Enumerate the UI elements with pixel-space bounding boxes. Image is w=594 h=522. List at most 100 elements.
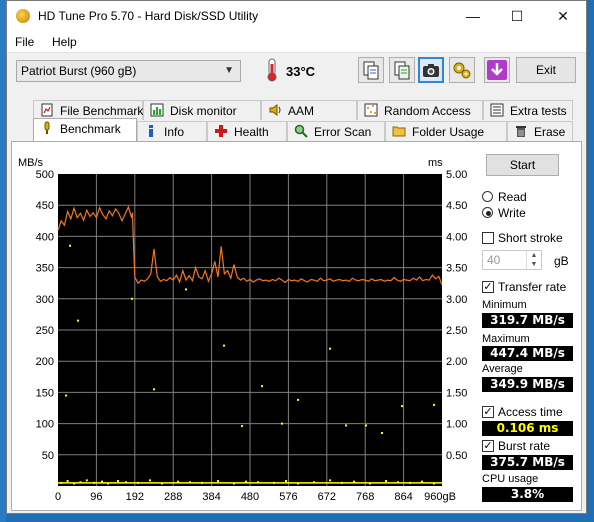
title-bar: HD Tune Pro 5.70 - Hard Disk/SSD Utility… — [7, 1, 586, 32]
benchmark-icon — [44, 121, 50, 134]
tab-extra-tests[interactable]: Extra tests — [483, 100, 573, 120]
access-time-point — [66, 480, 69, 483]
access-time-point — [401, 405, 403, 408]
tab-random-access[interactable]: Random Access — [357, 100, 483, 120]
maximize-button[interactable]: ☐ — [494, 1, 540, 32]
copy-icon — [363, 61, 379, 80]
tab-row-bottom: Benchmark Info Health Error Scan Folder … — [11, 118, 578, 141]
copy-all-button[interactable] — [389, 57, 415, 83]
cpu-usage-value: 3.8% — [482, 487, 573, 502]
download-arrow-icon — [487, 60, 507, 80]
x-tick-label: 576 — [279, 491, 297, 503]
tab-benchmark[interactable]: Benchmark — [33, 118, 137, 141]
access-time-point — [281, 422, 283, 425]
options-button[interactable] — [449, 57, 475, 83]
write-radio[interactable]: Write — [482, 205, 572, 221]
x-tick-label: 768 — [356, 491, 374, 503]
burst-rate-value: 375.7 MB/s — [482, 455, 573, 470]
tab-file-benchmark[interactable]: File Benchmark — [33, 100, 143, 120]
y2-tick-label: 2.50 — [446, 325, 467, 337]
tab-disk-monitor[interactable]: Disk monitor — [143, 100, 261, 120]
access-time-point — [217, 480, 219, 483]
access-time-point — [261, 385, 263, 388]
tab-row-top: File Benchmark Disk monitor AAM Random A… — [11, 100, 578, 120]
access-time-point — [285, 480, 287, 483]
y-tick-label: 250 — [36, 325, 54, 337]
minimum-label: Minimum — [482, 299, 527, 311]
screenshot-button[interactable] — [418, 57, 444, 83]
access-time-point — [381, 431, 383, 434]
minimize-button[interactable]: — — [450, 1, 496, 32]
y-tick-label: 400 — [36, 231, 54, 243]
temperature-readout: 33°C — [286, 64, 316, 79]
x-tick-label: 0 — [55, 491, 61, 503]
menu-help[interactable]: Help — [52, 35, 77, 49]
access-time-value: 0.106 ms — [482, 421, 573, 436]
y2-tick-label: 4.50 — [446, 200, 467, 212]
access-time-point — [297, 398, 299, 401]
chart-area: 500 450 400 350 300 250 200 150 100 50 5.00 4.50 4.0… — [16, 150, 476, 509]
gears-icon — [453, 62, 471, 79]
access-time-point — [153, 388, 155, 391]
speaker-icon — [269, 104, 281, 116]
tab-info[interactable]: Info — [137, 121, 207, 141]
x-tick-label: 384 — [202, 491, 220, 503]
y-tick-label: 500 — [36, 169, 54, 181]
access-time-point — [241, 425, 243, 428]
y-tick-label: 450 — [36, 200, 54, 212]
start-button[interactable]: Start — [486, 154, 559, 176]
save-button[interactable] — [484, 57, 510, 83]
radio-selected-dot — [486, 211, 491, 216]
copy-info-button[interactable] — [358, 57, 384, 83]
read-radio[interactable]: Read — [482, 189, 572, 205]
access-time-point — [131, 297, 133, 300]
y2-tick-label: 2.00 — [446, 356, 467, 368]
menu-bar: File Help — [7, 32, 586, 53]
x-tick-label: 480 — [241, 491, 259, 503]
benchmark-chart: 500 450 400 350 300 250 200 150 100 50 5.00 4.50 4.0… — [18, 157, 467, 503]
access-time-point — [65, 394, 67, 397]
average-value: 349.9 MB/s — [482, 377, 573, 392]
folder-icon — [392, 126, 406, 137]
menu-file[interactable]: File — [15, 35, 34, 49]
short-stroke-stepper[interactable]: 40 ▲ ▼ — [482, 250, 542, 270]
y2-axis-label: ms — [428, 157, 443, 169]
exit-button[interactable]: Exit — [516, 57, 576, 83]
access-time-point — [365, 424, 367, 427]
copy-all-icon — [394, 61, 410, 80]
access-time-point — [329, 347, 331, 350]
y2-tick-label: 4.00 — [446, 231, 467, 243]
drive-select[interactable]: Patriot Burst (960 gB) ▼ — [16, 60, 241, 82]
x-tick-label: 288 — [164, 491, 182, 503]
access-time-point — [223, 344, 225, 347]
access-time-checkbox[interactable]: ✓ Access time — [482, 404, 580, 420]
access-time-point — [433, 403, 435, 406]
y2-tick-label: 1.50 — [446, 387, 467, 399]
access-time-point — [385, 480, 387, 483]
tab-aam[interactable]: AAM — [261, 100, 357, 120]
y-tick-label: 50 — [42, 450, 54, 462]
window-title: HD Tune Pro 5.70 - Hard Disk/SSD Utility — [38, 9, 259, 23]
stepper-arrows-icon[interactable]: ▲ ▼ — [526, 251, 541, 269]
drive-select-value: Patriot Burst (960 gB) — [21, 64, 137, 78]
close-button[interactable]: ✕ — [540, 1, 586, 32]
benchmark-panel: 500 450 400 350 300 250 200 150 100 50 5.00 4.50 4.0… — [11, 141, 582, 511]
burst-rate-checkbox[interactable]: ✓ Burst rate — [482, 438, 580, 454]
trash-icon — [516, 126, 526, 137]
access-time-point — [77, 319, 79, 322]
maximum-label: Maximum — [482, 333, 530, 345]
transfer-rate-checkbox[interactable]: ✓ Transfer rate — [482, 279, 580, 295]
tab-health[interactable]: Health — [207, 121, 287, 141]
short-stroke-unit: gB — [554, 254, 569, 268]
x-tick-label: 960gB — [424, 491, 456, 503]
average-label: Average — [482, 363, 523, 375]
x-tick-label: 864 — [394, 491, 412, 503]
x-tick-label: 96 — [90, 491, 102, 503]
y-tick-label: 100 — [36, 419, 54, 431]
info-icon — [149, 125, 153, 137]
y2-tick-label: 3.50 — [446, 263, 467, 275]
tab-error-scan[interactable]: Error Scan — [287, 121, 385, 141]
short-stroke-checkbox[interactable]: Short stroke — [482, 230, 580, 246]
tab-erase[interactable]: Erase — [507, 121, 573, 141]
tab-folder-usage[interactable]: Folder Usage — [385, 121, 507, 141]
